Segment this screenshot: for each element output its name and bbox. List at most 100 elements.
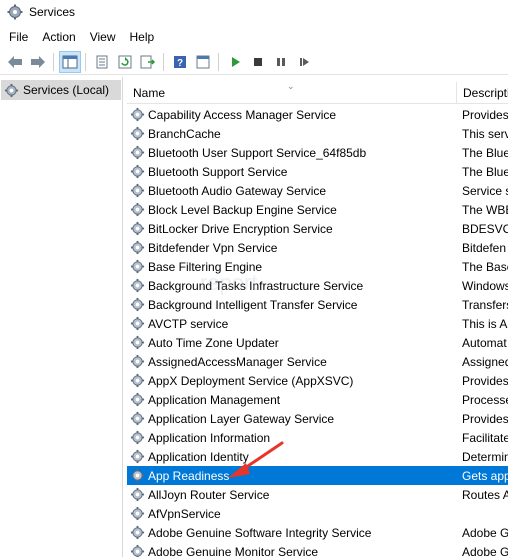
export-list-button[interactable] xyxy=(137,51,159,73)
service-row[interactable]: App Readiness Gets app xyxy=(127,466,508,485)
service-description: Service s xyxy=(462,183,508,198)
service-description-cell: Provides xyxy=(457,412,508,426)
service-row[interactable]: Auto Time Zone Updater Automat xyxy=(127,333,508,352)
service-gear-icon xyxy=(130,240,145,255)
service-name: AllJoyn Router Service xyxy=(148,487,270,502)
service-name: Application Management xyxy=(148,392,281,407)
refresh-button[interactable] xyxy=(114,51,136,73)
show-hide-console-tree-button[interactable] xyxy=(59,50,81,73)
console-tree-pane: Services (Local) xyxy=(0,77,123,557)
tree-item-services-local[interactable]: Services (Local) xyxy=(1,80,121,100)
column-header-description-label: Descripti xyxy=(463,86,508,100)
service-row[interactable]: Block Level Backup Engine Service The WBE xyxy=(127,200,508,219)
help-button[interactable]: ? xyxy=(169,51,191,73)
service-gear-icon xyxy=(130,145,145,160)
service-description-cell: Windows xyxy=(457,279,508,293)
service-name-cell: AVCTP service xyxy=(127,316,457,331)
service-row[interactable]: Bluetooth User Support Service_64f85db Th… xyxy=(127,143,508,162)
menu-file[interactable]: File xyxy=(0,27,35,47)
service-row[interactable]: AssignedAccessManager Service Assigned xyxy=(127,352,508,371)
menu-action[interactable]: Action xyxy=(35,27,82,47)
service-description-cell: Provides xyxy=(457,108,508,122)
title-bar: Services xyxy=(0,0,508,24)
start-service-button[interactable] xyxy=(224,51,246,73)
service-description-cell: Bitdefen xyxy=(457,241,508,255)
service-row[interactable]: Capability Access Manager Service Provide… xyxy=(127,105,508,124)
service-name: Application Information xyxy=(148,430,271,445)
service-name-cell: Application Management xyxy=(127,392,457,407)
service-row[interactable]: Base Filtering Engine The Base xyxy=(127,257,508,276)
stop-service-button[interactable] xyxy=(247,51,269,73)
service-row[interactable]: Application Information Facilitate xyxy=(127,428,508,447)
service-name-cell: Application Information xyxy=(127,430,457,445)
service-row[interactable]: BitLocker Drive Encryption Service BDESVC xyxy=(127,219,508,238)
service-description-cell: Transfers xyxy=(457,298,508,312)
service-row[interactable]: Application Layer Gateway Service Provide… xyxy=(127,409,508,428)
service-row[interactable]: Bitdefender Vpn Service Bitdefen xyxy=(127,238,508,257)
service-gear-icon xyxy=(130,468,145,483)
service-row[interactable]: AllJoyn Router Service Routes A xyxy=(127,485,508,504)
service-name: AVCTP service xyxy=(148,316,229,331)
menu-help[interactable]: Help xyxy=(123,27,162,47)
properties-button[interactable] xyxy=(91,51,113,73)
service-description-cell: Adobe G xyxy=(457,526,508,540)
pause-service-button[interactable] xyxy=(270,51,292,73)
service-row[interactable]: AVCTP service This is A xyxy=(127,314,508,333)
column-header-name[interactable]: ⌄ Name xyxy=(127,82,457,104)
service-description-cell: The Blue xyxy=(457,165,508,179)
service-description: Provides xyxy=(462,411,508,426)
services-list-pane: ⌄ Name Descripti Capability Access Manag… xyxy=(127,77,508,557)
service-name-cell: Adobe Genuine Monitor Service xyxy=(127,544,457,557)
forward-button[interactable] xyxy=(27,51,49,73)
service-description-cell: This is A xyxy=(457,317,508,331)
service-description: Determin xyxy=(462,449,508,464)
service-row[interactable]: Application Management Processe xyxy=(127,390,508,409)
service-row[interactable]: Application Identity Determin xyxy=(127,447,508,466)
service-description: Windows xyxy=(462,278,508,293)
forward-icon xyxy=(31,55,45,68)
service-description-cell: The Blue xyxy=(457,146,508,160)
service-row[interactable]: Bluetooth Audio Gateway Service Service s xyxy=(127,181,508,200)
restart-service-button[interactable] xyxy=(293,51,315,73)
service-name-cell: BranchCache xyxy=(127,126,457,141)
service-description-cell: Adobe G xyxy=(457,545,508,557)
service-description-cell: Processe xyxy=(457,393,508,407)
service-row[interactable]: Background Tasks Infrastructure Service W… xyxy=(127,276,508,295)
restart-service-icon xyxy=(300,57,309,66)
console-button[interactable] xyxy=(192,51,214,73)
column-header-row: ⌄ Name Descripti xyxy=(127,82,508,104)
service-description: Adobe G xyxy=(462,525,508,540)
column-header-name-label: Name xyxy=(133,86,166,100)
service-name: Block Level Backup Engine Service xyxy=(148,202,337,217)
service-gear-icon xyxy=(130,506,145,521)
service-row[interactable]: BranchCache This serv xyxy=(127,124,508,143)
properties-icon xyxy=(96,55,108,68)
service-description-cell: Facilitate xyxy=(457,431,508,445)
back-button[interactable] xyxy=(4,51,26,73)
service-row[interactable]: Adobe Genuine Software Integrity Service… xyxy=(127,523,508,542)
service-description-cell: Gets app xyxy=(457,469,508,483)
toolbar-separator xyxy=(218,52,219,71)
service-description-cell: Determin xyxy=(457,450,508,464)
service-row[interactable]: AppX Deployment Service (AppXSVC) Provide… xyxy=(127,371,508,390)
service-row[interactable]: Adobe Genuine Monitor Service Adobe G xyxy=(127,542,508,557)
refresh-icon xyxy=(118,55,132,68)
service-gear-icon xyxy=(130,373,145,388)
service-description: Provides xyxy=(462,373,508,388)
service-gear-icon xyxy=(130,278,145,293)
column-header-description[interactable]: Descripti xyxy=(457,82,508,104)
service-description: Automat xyxy=(462,335,507,350)
service-name: Bitdefender Vpn Service xyxy=(148,240,278,255)
service-name-cell: Adobe Genuine Software Integrity Service xyxy=(127,525,457,540)
service-name-cell: AfVpnService xyxy=(127,506,457,521)
service-row[interactable]: Background Intelligent Transfer Service T… xyxy=(127,295,508,314)
service-row[interactable]: Bluetooth Support Service The Blue xyxy=(127,162,508,181)
service-row[interactable]: AfVpnService xyxy=(127,504,508,523)
service-name-cell: Bluetooth User Support Service_64f85db xyxy=(127,145,457,160)
service-name-cell: Application Identity xyxy=(127,449,457,464)
service-name: BranchCache xyxy=(148,126,221,141)
service-name: Bluetooth Audio Gateway Service xyxy=(148,183,327,198)
menu-view[interactable]: View xyxy=(83,27,123,47)
service-description: Routes A xyxy=(462,487,508,502)
service-name-cell: BitLocker Drive Encryption Service xyxy=(127,221,457,236)
